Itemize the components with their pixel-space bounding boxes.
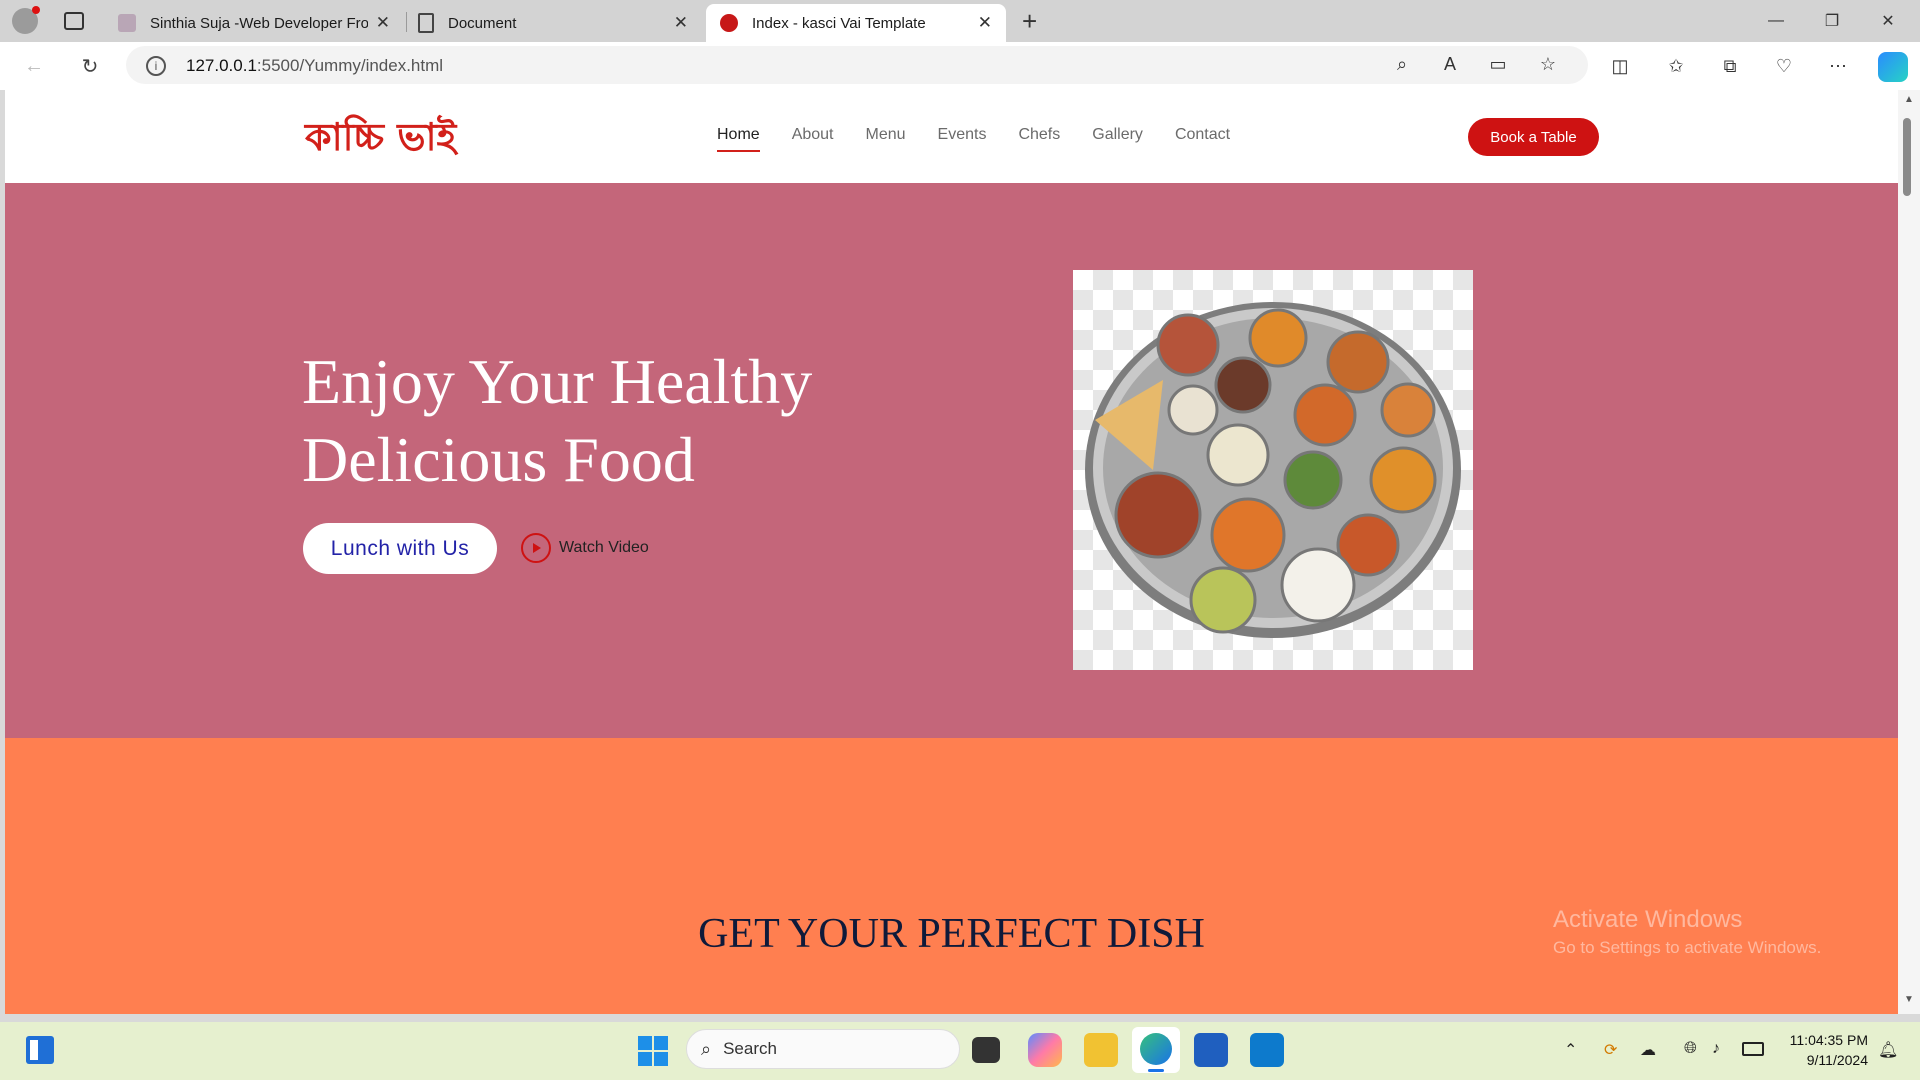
tab-sinthia[interactable]: Sinthia Suja -Web Developer Fron ✕ [104,4,404,42]
split-screen-icon[interactable]: ◫ [1606,52,1634,80]
url-text: 127.0.0.1:5500/Yummy/index.html [186,56,444,75]
close-tab-icon[interactable]: ✕ [376,13,390,33]
dish-section: GET YOUR PERFECT DISH Activate Windows G… [5,738,1898,1014]
reload-button[interactable]: ↻ [76,52,104,80]
network-icon[interactable]: 🌐︎ [1684,1040,1697,1058]
site-favicon-icon [720,14,738,32]
page-viewport: কাচ্চি ভাই Home About Menu Events Chefs … [5,90,1898,1014]
start-windows-icon[interactable] [638,1036,668,1066]
edge-app-icon[interactable] [1132,1027,1180,1073]
minimize-button[interactable]: — [1756,8,1796,34]
nav-gallery[interactable]: Gallery [1092,126,1143,152]
file-explorer-icon[interactable] [1084,1033,1118,1067]
nav-chefs[interactable]: Chefs [1018,126,1060,152]
main-nav: Home About Menu Events Chefs Gallery Con… [717,126,1230,152]
hero-food-image [1073,270,1473,670]
scroll-down-icon[interactable]: ▼ [1904,994,1914,1005]
activate-windows-watermark: Activate Windows Go to Settings to activ… [1553,906,1822,957]
taskbar-clock[interactable]: 11:04:35 PM 9/11/2024 [1770,1030,1868,1070]
notifications-icon[interactable]: 🔔︎ [1878,1040,1898,1060]
hero-section: Enjoy Your Healthy Delicious Food Lunch … [5,183,1898,738]
hero-title: Enjoy Your Healthy Delicious Food [302,346,813,495]
task-view-icon[interactable] [972,1037,1000,1063]
volume-icon[interactable]: ♪ [1712,1040,1720,1058]
taskbar-search[interactable]: ⌕ Search [686,1029,960,1069]
nav-home[interactable]: Home [717,126,760,152]
immersive-reader-icon[interactable]: ▭ [1484,50,1512,78]
tab-document[interactable]: Document ✕ [404,4,702,42]
widgets-icon[interactable] [26,1036,54,1064]
copilot-app-icon[interactable] [1028,1033,1062,1067]
favorites-icon[interactable]: ✩ [1662,52,1690,80]
book-table-button[interactable]: Book a Table [1468,118,1599,156]
site-logo[interactable]: কাচ্চি ভাই [305,108,456,172]
browser-tab-strip: Sinthia Suja -Web Developer Fron ✕ Docum… [0,0,1920,42]
new-tab-button[interactable]: + [1022,6,1037,37]
store-app-icon[interactable] [1194,1033,1228,1067]
back-button[interactable]: ← [20,52,48,80]
tab-actions-icon[interactable] [64,12,84,30]
close-tab-icon[interactable]: ✕ [978,13,992,33]
close-tab-icon[interactable]: ✕ [674,13,688,33]
play-icon [521,533,551,563]
close-window-button[interactable]: ✕ [1868,8,1908,34]
battery-icon[interactable] [1742,1042,1764,1056]
vscode-app-icon[interactable] [1250,1033,1284,1067]
restore-button[interactable]: ❐ [1812,8,1852,34]
page-scrollbar[interactable]: ▲ ▼ [1898,90,1920,1014]
document-icon [418,13,434,33]
nav-contact[interactable]: Contact [1175,126,1230,152]
site-info-icon[interactable]: i [146,56,166,76]
browser-essentials-icon[interactable]: ♡ [1770,52,1798,80]
tab-favicon-icon [118,14,136,32]
taskbar: ⌕ Search ⌃ ⟳ ☁ 🌐︎ ♪ 11:04:35 PM 9/11/202… [0,1022,1920,1080]
tab-index-active[interactable]: Index - kasci Vai Template ✕ [706,4,1006,42]
nav-about[interactable]: About [792,126,834,152]
zoom-icon[interactable]: ⌕ [1388,50,1416,78]
favorite-star-icon[interactable]: ☆ [1534,50,1562,78]
nav-events[interactable]: Events [938,126,987,152]
lunch-with-us-button[interactable]: Lunch with Us [303,523,497,574]
copilot-icon[interactable] [1878,52,1908,82]
tray-overflow-icon[interactable]: ⌃ [1564,1040,1577,1060]
address-bar-row: ← ↻ i 127.0.0.1:5500/Yummy/index.html ⌕ … [0,42,1920,90]
url-bar[interactable]: i 127.0.0.1:5500/Yummy/index.html ⌕ A ▭ … [126,46,1588,84]
onedrive-icon[interactable]: ☁ [1640,1040,1656,1060]
read-aloud-icon[interactable]: A [1436,50,1464,78]
watch-video-link[interactable]: Watch Video [521,533,649,563]
nav-menu[interactable]: Menu [866,126,906,152]
sync-icon[interactable]: ⟳ [1604,1040,1617,1060]
site-header: কাচ্চি ভাই Home About Menu Events Chefs … [5,90,1898,183]
scroll-thumb[interactable] [1903,118,1911,196]
more-menu-icon[interactable]: ⋯ [1824,52,1852,80]
scroll-up-icon[interactable]: ▲ [1904,94,1914,105]
collections-icon[interactable]: ⧉ [1716,52,1744,80]
profile-icon[interactable] [12,6,40,34]
search-icon: ⌕ [701,1038,712,1059]
